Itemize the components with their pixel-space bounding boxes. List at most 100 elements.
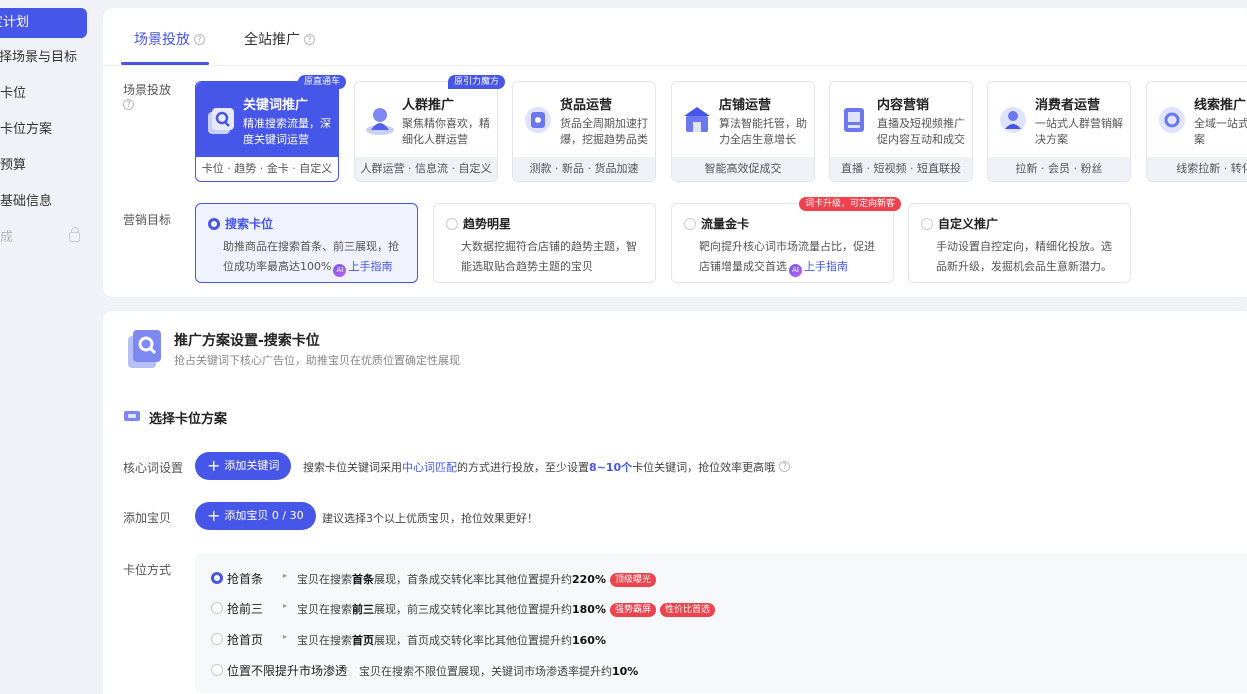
scene-desc: 全域一站式解决方案: [1194, 117, 1247, 146]
slot-mode-box: 抢首条 ▸ 宝贝在搜索首条展现，首条成交转化率比其他位置提升约220% 顶级曝光 …: [195, 553, 1247, 693]
caret-right-icon: ▸: [344, 663, 349, 672]
mode-name[interactable]: 抢前三: [227, 600, 263, 617]
lead-3d-icon: [1159, 107, 1185, 133]
mode-desc: 宝贝在搜索不限位置展现，关键词市场渗透率提升约10%: [359, 665, 639, 678]
plan-settings-card: 推广方案设置-搜索卡位 抢占关键词下核心广告位，助推宝贝在优质位置确定性展现 选…: [103, 311, 1247, 694]
scene-title: 店铺运营: [719, 98, 772, 113]
scene-card-crowd[interactable]: 人群推广 聚焦精你喜欢，精细化人群运营 人群运营 · 信息流 · 自定义 原引力…: [354, 75, 505, 182]
mode-label: 卡位方式: [123, 563, 172, 577]
sidebar-item-plan[interactable]: 定计划: [0, 8, 87, 38]
scene-desc: 算法智能托管，助力全店生意增长: [719, 117, 807, 146]
plan-title: 推广方案设置-搜索卡位: [174, 333, 320, 349]
radio[interactable]: [211, 633, 223, 645]
section-title: 选择卡位方案: [149, 412, 228, 427]
plan-subtitle: 抢占关键词下核心广告位，助推宝贝在优质位置确定性展现: [174, 354, 460, 367]
mode-chip: 性价比首选: [660, 603, 716, 617]
mode-desc: 宝贝在搜索首页展现，首页成交转化率比其他位置提升约160%: [297, 634, 606, 647]
scene-card-lead[interactable]: 线索推广 全域一站式解决方案 线索拉新 · 转化 ·: [1146, 81, 1247, 182]
scene-card-consumer[interactable]: 消费者运营 一站式人群营销解决方案 拉新 · 会员 · 粉丝: [987, 81, 1131, 182]
lock-icon: [69, 227, 80, 242]
sidebar-item-scene-goal[interactable]: 选择场景与目标: [0, 43, 77, 73]
goal-title: 自定义推广: [938, 217, 999, 231]
sidebar-item-finish: 完成: [0, 230, 14, 245]
scene-desc: 精准搜索流量，深度关键词运营: [243, 117, 331, 146]
goal-title: 流量金卡: [701, 217, 750, 231]
scene-row-label: 场景投放?: [123, 83, 172, 110]
content-3d-icon: [844, 108, 864, 132]
radio-selected[interactable]: [208, 218, 220, 230]
scene-desc: 聚焦精你喜欢，精细化人群运营: [402, 117, 490, 146]
scene-goal-card: 场景投放? 全站推广? 场景投放? 关键词推广 精准搜索流量，深度关键词运营 卡…: [103, 8, 1247, 297]
sidebar-item-budget[interactable]: 设置预算: [0, 151, 26, 181]
active-tab-indicator: [121, 62, 209, 65]
ticket-icon: [124, 411, 140, 421]
sidebar-item-slot-plan[interactable]: 设置卡位方案: [0, 115, 52, 145]
scene-desc: 一站式人群营销解决方案: [1035, 117, 1123, 146]
goal-promo-tag: 词卡升级，可定向新客: [798, 197, 901, 211]
scene-card-content[interactable]: 内容营销 直播及短视频推广促内容互动和成交 直播 · 短视频 · 短直联投: [829, 81, 973, 182]
goal-card-custom[interactable]: 自定义推广 手动设置自控定向，精细化投放。选品新升级，发掘机会品生意新潜力。: [908, 203, 1131, 283]
scene-badge: 原引力魔方: [447, 75, 505, 89]
mode-name[interactable]: 抢首条: [227, 570, 263, 587]
mode-chip: 顶级曝光: [609, 573, 656, 587]
scene-title: 人群推广: [402, 98, 455, 113]
radio[interactable]: [921, 218, 933, 230]
caret-right-icon: ▸: [283, 571, 288, 580]
scene-title: 线索推广: [1194, 98, 1247, 113]
guide-link[interactable]: 上手指南: [348, 260, 392, 273]
mode-chip: 强势霸屏: [609, 603, 656, 617]
goal-desc: 手动设置自控定向，精细化投放。选品新升级，发掘机会品生意新潜力。: [936, 240, 1112, 273]
ai-icon: AI: [333, 264, 347, 277]
scene-tags: 线索拉新 · 转化 ·: [1147, 157, 1247, 181]
sidebar-item-basic-info[interactable]: 设置基础信息: [0, 187, 52, 217]
scene-tags: 卡位 · 趋势 · 金卡 · 自定义: [196, 157, 338, 181]
goal-title: 趋势明星: [463, 217, 512, 231]
radio-selected[interactable]: [211, 572, 223, 584]
ai-icon: AI: [789, 264, 802, 277]
goods-3d-icon: [525, 107, 551, 133]
caret-right-icon: ▸: [283, 601, 288, 610]
scene-card-keyword[interactable]: 关键词推广 精准搜索流量，深度关键词运营 卡位 · 趋势 · 金卡 · 自定义 …: [195, 75, 346, 182]
tab-full-site[interactable]: 全站推广?: [244, 29, 315, 49]
help-icon[interactable]: ?: [304, 34, 315, 45]
keyword-label: 核心词设置: [123, 461, 184, 475]
help-icon[interactable]: ?: [123, 99, 134, 110]
goal-card-traffic-gold[interactable]: 流量金卡 靶向提升核心词市场流量占比，促进店铺增量成交首选 AI 上手指南 词卡升级…: [671, 197, 901, 283]
scene-title: 货品运营: [560, 98, 613, 113]
radio[interactable]: [684, 218, 696, 230]
radio[interactable]: [446, 218, 458, 230]
help-icon[interactable]: ?: [779, 461, 791, 472]
scene-card-store[interactable]: 店铺运营 算法智能托管，助力全店生意增长 智能高效促成交: [671, 81, 815, 182]
help-icon[interactable]: ?: [194, 34, 205, 45]
plus-icon: +: [207, 456, 221, 475]
scene-tags: 直播 · 短视频 · 短直联投: [830, 157, 972, 181]
search-slot-header-icon: [128, 330, 161, 368]
scene-title: 消费者运营: [1035, 98, 1101, 113]
tab-scene[interactable]: 场景投放?: [134, 29, 205, 49]
keyword-note: 搜索卡位关键词采用中心词匹配的方式进行投放，至少设置8~10个卡位关键词，抢位效…: [303, 459, 791, 475]
scene-tags: 智能高效促成交: [672, 157, 814, 181]
scene-title: 内容营销: [877, 98, 930, 113]
add-item-button[interactable]: + 添加宝贝 0 / 30: [195, 502, 316, 530]
sidebar-item-slot[interactable]: 设置卡位: [0, 79, 26, 109]
scene-tags: 拉新 · 会员 · 粉丝: [988, 157, 1130, 181]
mode-name[interactable]: 抢首页: [227, 631, 263, 648]
mode-desc: 宝贝在搜索前三展现，前三成交转化率比其他位置提升约180% 强势霸屏 性价比首选: [297, 601, 716, 617]
consumer-3d-icon: [1000, 107, 1026, 133]
guide-link[interactable]: 上手指南: [804, 260, 848, 273]
search-3d-icon: [208, 108, 234, 134]
goal-card-trend-star[interactable]: 趋势明星 大数据挖掘符合店铺的趋势主题，智能选取贴合趋势主题的宝贝: [433, 203, 656, 283]
radio[interactable]: [211, 664, 223, 676]
crowd-3d-icon: [366, 108, 394, 135]
scene-desc: 直播及短视频推广促内容互动和成交: [877, 117, 965, 146]
store-3d-icon: [684, 107, 710, 132]
scene-tags: 人群运营 · 信息流 · 自定义: [355, 157, 497, 181]
item-label: 添加宝贝: [123, 511, 172, 525]
scene-card-goods[interactable]: 货品运营 货品全周期加速打爆，挖掘趋势品类 测款 · 新品 · 货品加速: [512, 81, 656, 182]
plus-icon: +: [207, 506, 221, 525]
goal-card-search-slot[interactable]: 搜索卡位 助推商品在搜索首条、前三展现，抢位成功率最高达100% AI 上手指南: [195, 203, 418, 283]
mode-desc: 宝贝在搜索首条展现，首条成交转化率比其他位置提升约220% 顶级曝光: [297, 571, 656, 587]
radio[interactable]: [211, 602, 223, 614]
add-keyword-button[interactable]: + 添加关键词: [195, 452, 292, 480]
mode-name[interactable]: 位置不限提升市场渗透: [227, 662, 347, 679]
